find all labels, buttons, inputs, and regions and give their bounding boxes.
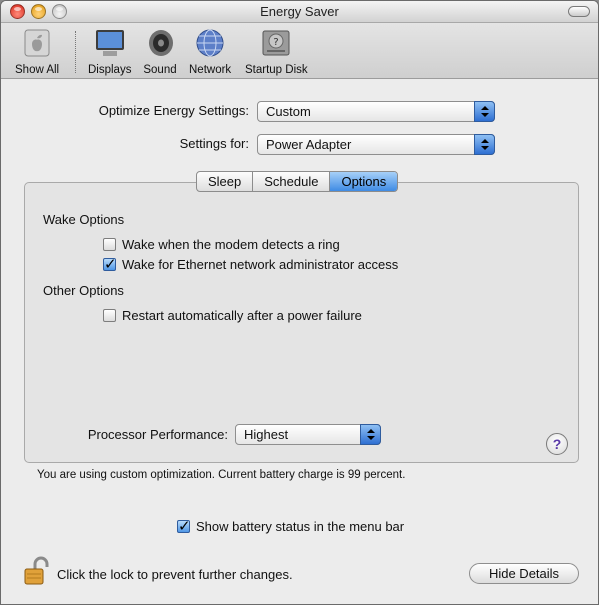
toolbar-label-displays: Displays [88,64,132,76]
wake-options-heading: Wake Options [43,212,125,227]
wake-modem-checkbox[interactable] [103,238,116,251]
settings-for-value: Power Adapter [266,137,352,152]
toolbar-startup-disk[interactable]: ? Startup Disk [245,27,308,76]
window-title: Energy Saver [260,4,339,19]
restart-power-failure-option[interactable]: Restart automatically after a power fail… [103,308,362,323]
energy-saver-window: Energy Saver Show All Displays Sound Net… [0,0,599,605]
speaker-icon [143,27,177,59]
toolbar: Show All Displays Sound Network ? Startu… [1,23,598,79]
wake-ethernet-label: Wake for Ethernet network administrator … [122,257,399,272]
tab-sleep[interactable]: Sleep [197,172,254,191]
settings-for-label: Settings for: [179,136,249,151]
toolbar-sound[interactable]: Sound [143,27,177,76]
processor-performance-label: Processor Performance: [87,427,228,442]
battery-menu-option[interactable]: Show battery status in the menu bar [177,517,405,535]
optimize-value: Custom [266,104,311,119]
processor-performance-popup[interactable]: Highest [235,424,381,445]
toolbar-show-all[interactable]: Show All [15,27,59,76]
tab-options[interactable]: Options [330,172,398,191]
wake-modem-option[interactable]: Wake when the modem detects a ring [103,237,340,252]
toolbar-displays[interactable]: Displays [88,27,131,76]
tab-schedule[interactable]: Schedule [253,172,331,191]
wake-modem-label: Wake when the modem detects a ring [122,237,340,252]
wake-ethernet-checkbox[interactable] [103,255,117,273]
processor-performance-value: Highest [244,427,289,442]
toolbar-label-network: Network [189,64,232,76]
popup-arrows-icon [360,424,381,445]
apple-icon [20,27,54,59]
tab-bar: Sleep Schedule Options [196,171,399,192]
restart-power-failure-checkbox[interactable] [103,309,116,322]
battery-menu-label: Show battery status in the menu bar [196,519,405,534]
wake-ethernet-option[interactable]: Wake for Ethernet network administrator … [103,255,399,273]
battery-menu-checkbox[interactable] [177,517,191,535]
popup-arrows-icon [474,101,495,122]
help-button[interactable]: ? [546,433,568,455]
settings-for-popup[interactable]: Power Adapter [257,134,495,155]
toolbar-toggle-button[interactable] [568,6,590,17]
disk-icon: ? [259,27,293,59]
title-bar: Energy Saver [1,1,598,23]
lock-message: Click the lock to prevent further change… [57,567,293,582]
hide-details-button[interactable]: Hide Details [469,563,579,584]
optimize-popup[interactable]: Custom [257,101,495,122]
battery-status-text: You are using custom optimization. Curre… [37,469,406,481]
toolbar-separator [75,31,76,73]
toolbar-label-startup-disk: Startup Disk [245,64,308,76]
toolbar-label-show-all: Show All [15,64,60,76]
display-icon [93,27,127,59]
popup-arrows-icon [474,134,495,155]
optimize-label: Optimize Energy Settings: [98,103,249,118]
toolbar-network[interactable]: Network [189,27,231,76]
svg-text:?: ? [274,37,279,48]
toolbar-label-sound: Sound [143,64,177,76]
other-options-heading: Other Options [43,283,124,298]
lock-icon[interactable] [23,556,49,586]
globe-icon [193,27,227,59]
restart-power-failure-label: Restart automatically after a power fail… [122,308,362,323]
